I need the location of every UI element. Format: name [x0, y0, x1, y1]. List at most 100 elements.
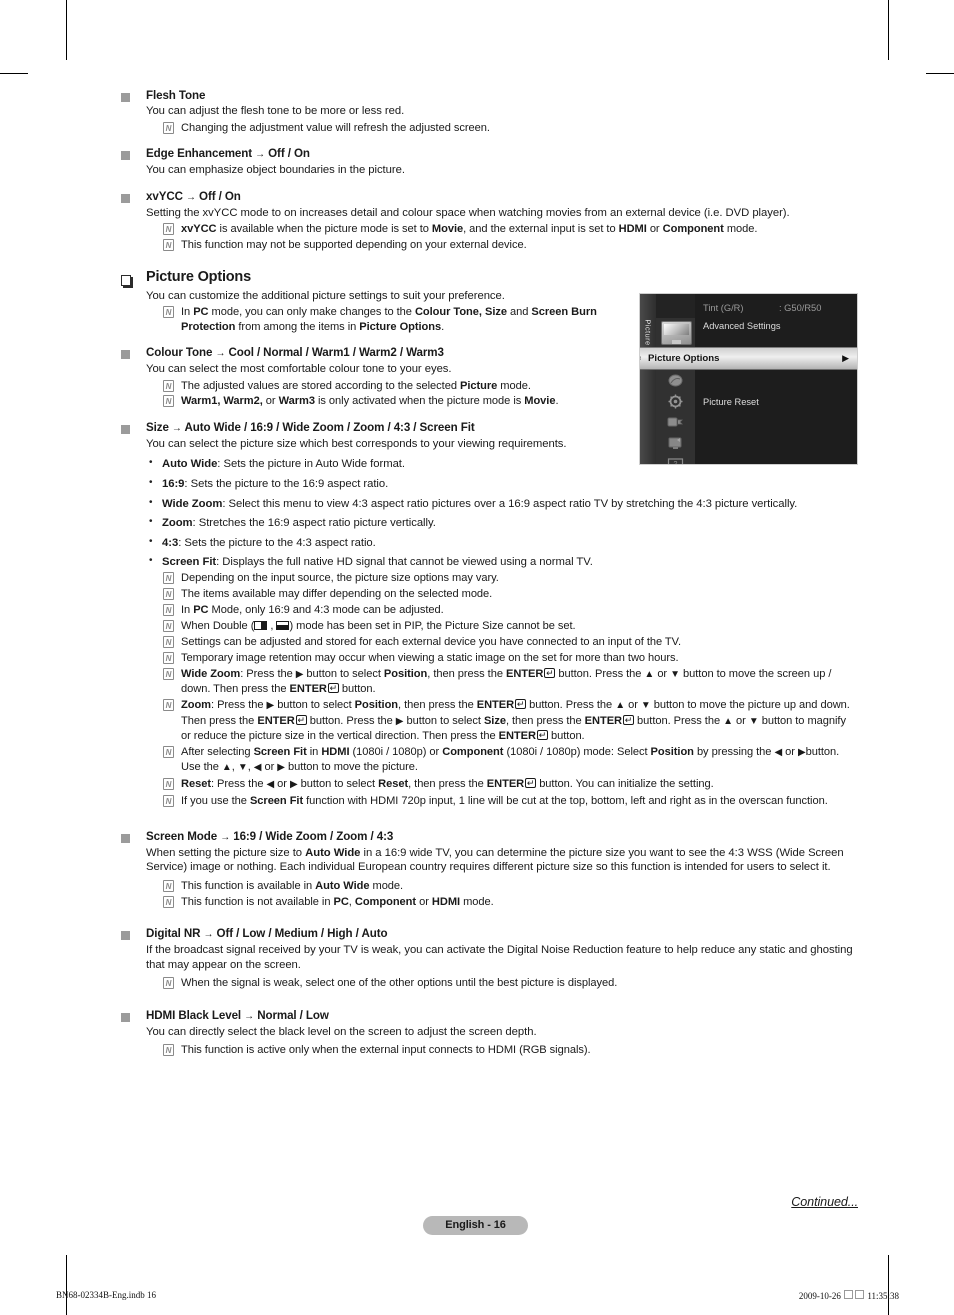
note-line: N This function is active only when the …: [162, 1043, 858, 1057]
bullet-term: Auto Wide: [162, 458, 218, 471]
page-title: Picture Options: [146, 268, 251, 285]
section-heading: HDMI Black Level → Normal / Low: [146, 1008, 329, 1022]
osd-item-tint[interactable]: Tint (G/R) : G50/R50: [695, 298, 857, 318]
note-text: The adjusted values are stored according…: [181, 379, 531, 392]
note-line: N In PC Mode, only 16:9 and 4:3 mode can…: [162, 603, 858, 617]
section-marker-icon: [121, 424, 130, 434]
section-heading: Colour Tone → Cool / Normal / Warm1 / Wa…: [146, 345, 444, 359]
note-text: This function is available in Auto Wide …: [181, 879, 404, 892]
pip-double-horizontal-icon: [276, 621, 290, 631]
note-text: xvYCC is available when the picture mode…: [181, 223, 758, 236]
note-text: Zoom: Press the ▶ button to select Posit…: [181, 699, 850, 743]
print-footer-left: BN68-02334B-Eng.indb 16: [56, 1290, 156, 1300]
bullet-text: : Displays the full native HD signal tha…: [216, 556, 593, 569]
note-line: N This function is available in Auto Wid…: [162, 879, 858, 893]
section-hdmi-black-level: HDMI Black Level → Normal / Low You can …: [118, 1008, 858, 1058]
bullet-term: 16:9: [162, 478, 185, 490]
section-heading: xvYCC → Off / On: [146, 189, 241, 203]
note-line: N When the signal is weak, select one of…: [162, 976, 858, 990]
osd-tab-label: Picture: [643, 319, 653, 346]
bullet-term: Wide Zoom: [162, 497, 223, 510]
osd-item-advanced-settings[interactable]: Advanced Settings: [695, 316, 857, 336]
note-icon: N: [163, 636, 174, 649]
bullet-text: : Sets the picture to the 4:3 aspect rat…: [178, 536, 376, 549]
enter-key-icon: ↵: [623, 714, 635, 725]
picture-icon[interactable]: [661, 321, 692, 345]
note-icon: N: [163, 1044, 174, 1057]
list-item: Screen Fit: Displays the full native HD …: [146, 554, 858, 570]
note-icon: N: [163, 895, 174, 908]
section-body: You can select the most comfortable colo…: [146, 362, 452, 375]
note-icon: N: [163, 121, 174, 134]
print-footer-date: 2009-10-26: [798, 1291, 841, 1301]
note-text: Warm1, Warm2, or Warm3 is only activated…: [181, 395, 559, 408]
section-marker-icon: [121, 833, 130, 843]
osd-item-label: Tint (G/R): [703, 303, 744, 313]
application-icon[interactable]: [665, 435, 686, 452]
section-body: You can customize the additional picture…: [146, 289, 505, 302]
chevron-right-icon: ▶: [842, 353, 849, 363]
note-text: After selecting Screen Fit in HDMI (1080…: [181, 745, 840, 774]
section-body: You can adjust the flesh tone to be more…: [146, 105, 405, 117]
section-xvycc: xvYCC → Off / On Setting the xvYCC mode …: [118, 189, 858, 253]
osd-selection-marker-icon: ‹: [639, 355, 642, 362]
note-text: Reset: Press the ◀ or ▶ button to select…: [181, 778, 714, 791]
svg-text:?: ?: [674, 461, 678, 465]
unsupported-glyph-box: [844, 1290, 854, 1299]
note-line: N The items available may differ dependi…: [162, 587, 858, 601]
osd-item-picture-options-highlight[interactable]: ‹ Picture Options ▶: [639, 347, 857, 370]
note-icon: N: [163, 572, 174, 585]
unsupported-glyph-box: [855, 1290, 865, 1299]
pip-double-vertical-icon: [254, 621, 268, 631]
note-text: Wide Zoom: Press the ▶ button to select …: [181, 667, 832, 696]
note-icon: N: [163, 604, 174, 617]
channel-icon[interactable]: [665, 372, 686, 389]
note-text: This function may not be supported depen…: [181, 239, 527, 252]
note-icon: N: [163, 239, 174, 252]
note-icon: N: [163, 667, 174, 680]
bullet-text: : Sets the picture to the 16:9 aspect ra…: [184, 478, 389, 490]
page-number-badge: English - 16: [423, 1216, 528, 1235]
note-icon: N: [163, 699, 174, 712]
manual-page: Flesh Tone You can adjust the flesh tone…: [0, 0, 954, 1315]
input-source-icon[interactable]: [665, 414, 686, 431]
note-line: N This function may not be supported dep…: [162, 238, 858, 252]
section-heading: Screen Mode → 16:9 / Wide Zoom / Zoom / …: [146, 829, 394, 843]
note-icon: N: [163, 395, 174, 408]
section-marker-icon: [121, 151, 130, 160]
note-icon: N: [163, 223, 174, 236]
osd-tab-strip: Picture: [640, 294, 656, 464]
note-line: N Reset: Press the ◀ or ▶ button to sele…: [162, 777, 858, 792]
continued-label: Continued...: [791, 1195, 858, 1209]
section-body: You can emphasize object boundaries in t…: [146, 164, 405, 176]
bullet-text: : Stretches the 16:9 aspect ratio pictur…: [192, 517, 436, 530]
section-edge-enhancement: Edge Enhancement → Off / On You can emph…: [118, 146, 858, 178]
note-line: N When Double ( , ) mode has been set in…: [162, 619, 858, 633]
list-item: Zoom: Stretches the 16:9 aspect ratio pi…: [146, 515, 858, 531]
note-icon: N: [163, 795, 174, 808]
support-help-icon[interactable]: ?: [665, 456, 686, 465]
section-body: When setting the picture size to Auto Wi…: [146, 846, 844, 874]
list-item: 4:3: Sets the picture to the 4:3 aspect …: [146, 535, 858, 551]
osd-item-picture-reset[interactable]: Picture Reset: [695, 392, 857, 412]
note-text: When Double ( , ) mode has been set in P…: [181, 620, 576, 633]
page-content: Flesh Tone You can adjust the flesh tone…: [118, 88, 858, 1058]
section-marker-icon: [121, 931, 130, 941]
section-digital-nr: Digital NR → Off / Low / Medium / High /…: [118, 926, 858, 991]
note-text: Changing the adjustment value will refre…: [181, 121, 490, 134]
note-text: This function is not available in PC, Co…: [181, 895, 494, 908]
note-text: When the signal is weak, select one of t…: [181, 977, 618, 990]
print-footer-right: 2009-10-26 11:35:38: [799, 1290, 899, 1301]
enter-key-icon: ↵: [515, 699, 527, 710]
section-body: If the broadcast signal received by your…: [146, 944, 853, 971]
osd-menu-screenshot: Picture ? Tint (G/R): G50/R50 Advanced …: [639, 293, 858, 465]
setup-gear-icon[interactable]: [665, 393, 686, 410]
note-line: N Wide Zoom: Press the ▶ button to selec…: [162, 667, 858, 697]
osd-item-value: : G50/R50: [779, 303, 822, 313]
note-icon: N: [163, 379, 174, 392]
note-line: N This function is not available in PC, …: [162, 895, 858, 909]
section-marker-icon: [121, 193, 130, 203]
bullet-term: Screen Fit: [162, 556, 217, 569]
section-screen-mode: Screen Mode → 16:9 / Wide Zoom / Zoom / …: [118, 829, 858, 910]
osd-item-label: Picture Options: [648, 353, 720, 364]
